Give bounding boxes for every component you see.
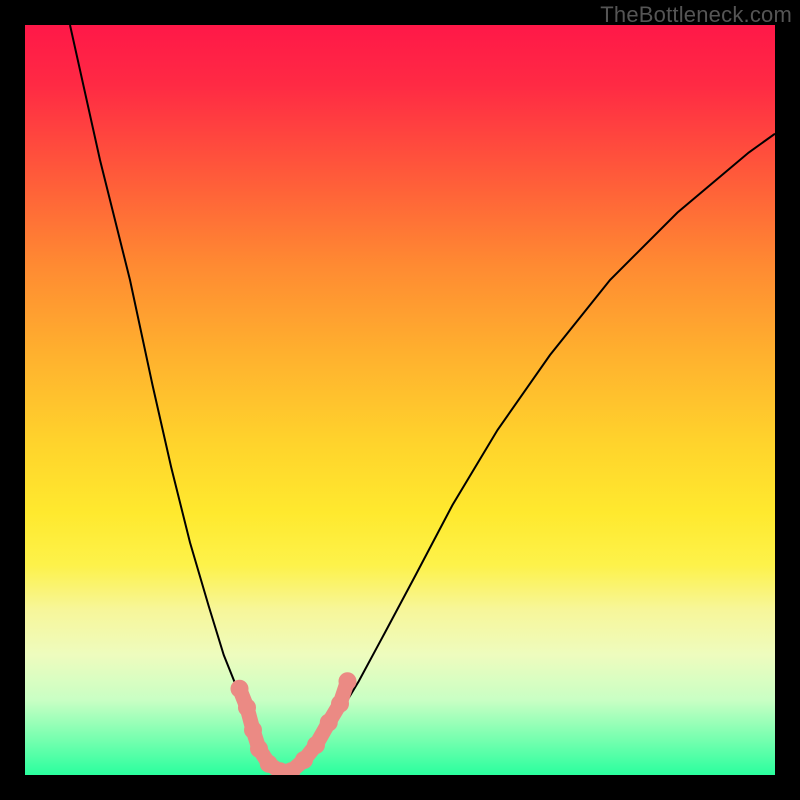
marker-dot xyxy=(244,721,262,739)
plot-area xyxy=(25,25,775,775)
curve-left-branch xyxy=(70,25,280,771)
marker-dot xyxy=(238,699,256,717)
marker-dot xyxy=(231,680,249,698)
curve-layer xyxy=(25,25,775,775)
marker-dot xyxy=(339,672,357,690)
marker-dot xyxy=(331,695,349,713)
marker-dot xyxy=(250,740,268,758)
watermark-text: TheBottleneck.com xyxy=(600,2,792,28)
marker-dot xyxy=(320,714,338,732)
curve-right-branch xyxy=(295,134,775,772)
marker-dot xyxy=(295,751,313,769)
chart-frame: TheBottleneck.com xyxy=(0,0,800,800)
marker-dot xyxy=(307,736,325,754)
